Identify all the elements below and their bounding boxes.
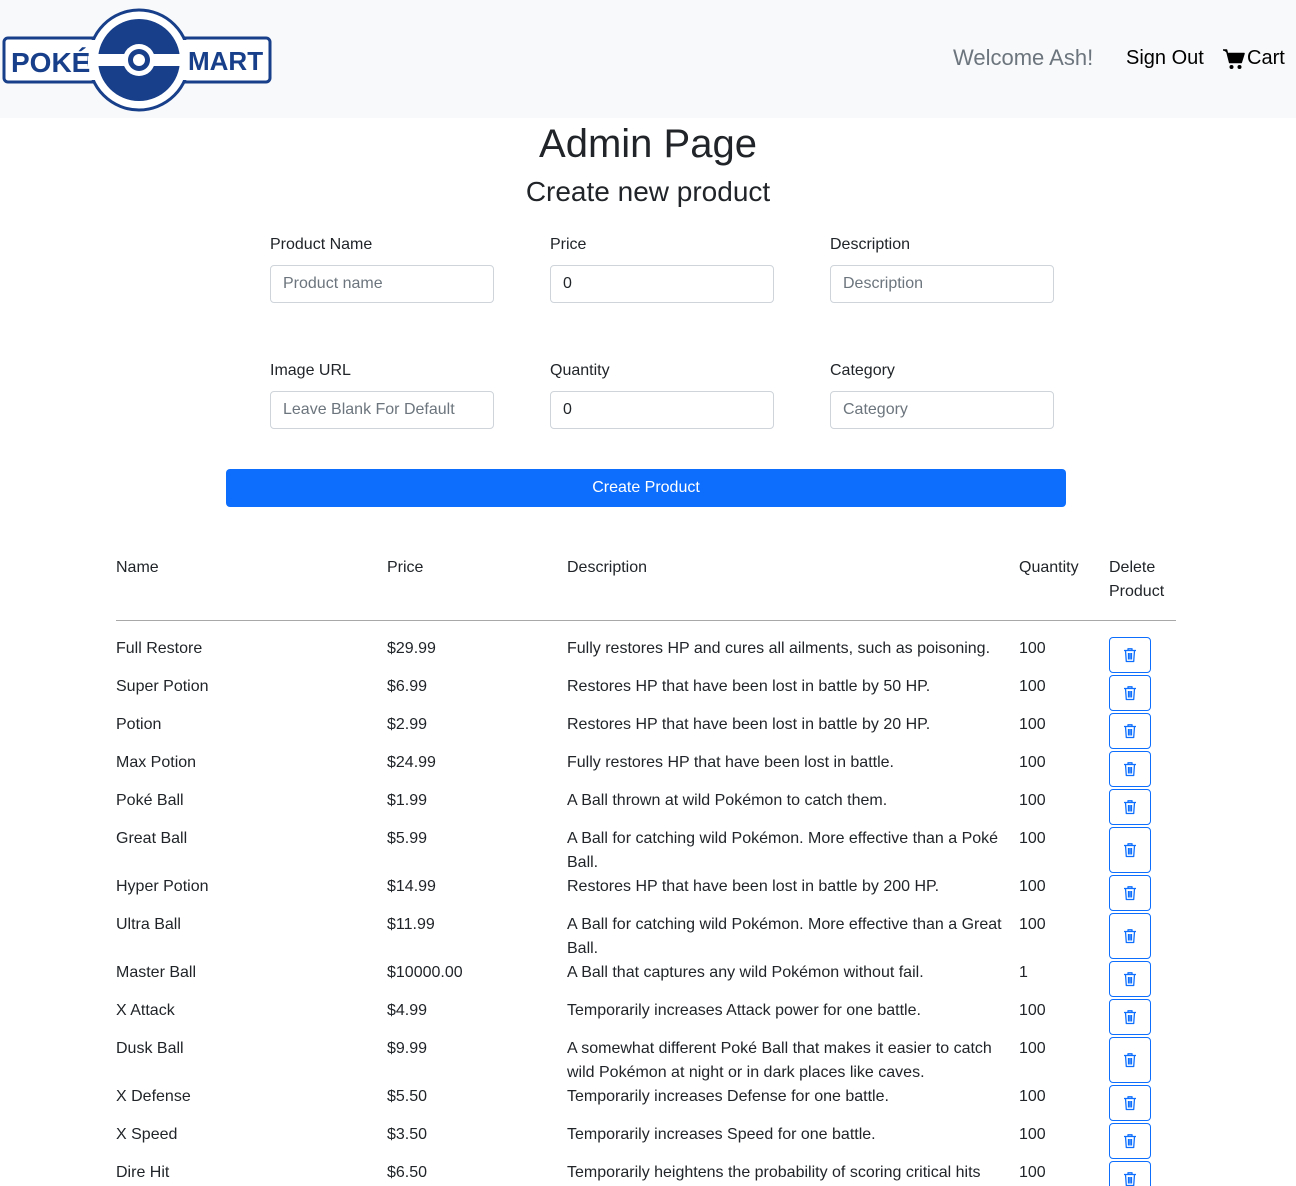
product-description-cell: A Ball that captures any wild Pokémon wi… <box>567 964 924 981</box>
trash-icon <box>1124 843 1136 858</box>
product-name-cell: Poké Ball <box>116 792 184 809</box>
product-price-cell: $24.99 <box>387 754 436 771</box>
product-description-cell: Temporarily increases Defense for one ba… <box>567 1088 889 1105</box>
delete-product-button[interactable] <box>1109 751 1151 787</box>
product-price-cell: $1.99 <box>387 792 428 809</box>
product-quantity-cell: 100 <box>1019 678 1046 695</box>
delete-product-button[interactable] <box>1109 1123 1151 1159</box>
trash-icon <box>1124 972 1136 987</box>
trash-icon <box>1124 1053 1136 1068</box>
product-description-cell: A Ball for catching wild Pokémon. More e… <box>567 916 1002 957</box>
delete-product-button[interactable] <box>1109 713 1151 749</box>
product-description-cell: Fully restores HP and cures all ailments… <box>567 640 991 657</box>
product-name-cell: X Attack <box>116 1002 175 1019</box>
delete-product-button[interactable] <box>1109 913 1151 959</box>
product-name-cell: Dire Hit <box>116 1164 170 1181</box>
product-name-cell: Hyper Potion <box>116 878 209 895</box>
product-price-cell: $6.50 <box>387 1164 428 1181</box>
product-quantity-cell: 100 <box>1019 1002 1046 1019</box>
product-price-cell: $14.99 <box>387 878 436 895</box>
trash-icon <box>1124 1134 1136 1149</box>
product-quantity-cell: 100 <box>1019 716 1046 733</box>
product-description-cell: Fully restores HP that have been lost in… <box>567 754 894 771</box>
trash-icon <box>1124 724 1136 739</box>
product-price-cell: $11.99 <box>387 916 435 933</box>
delete-product-button[interactable] <box>1109 1161 1151 1186</box>
product-name-cell: Full Restore <box>116 640 203 657</box>
product-quantity-cell: 100 <box>1019 792 1046 809</box>
product-table-body: Full Restore $29.99 Fully restores HP and … <box>0 0 1296 1186</box>
product-name-cell: Great Ball <box>116 830 188 847</box>
trash-icon <box>1124 1096 1136 1111</box>
product-price-cell: $2.99 <box>387 716 428 733</box>
product-description-cell: Restores HP that have been lost in battl… <box>567 716 931 733</box>
product-name-cell: X Defense <box>116 1088 191 1105</box>
product-quantity-cell: 100 <box>1019 640 1046 657</box>
delete-product-button[interactable] <box>1109 789 1151 825</box>
delete-product-button[interactable] <box>1109 1037 1151 1083</box>
product-name-cell: Ultra Ball <box>116 916 181 933</box>
product-quantity-cell: 100 <box>1019 878 1046 895</box>
product-price-cell: $10000.00 <box>387 964 463 981</box>
trash-icon <box>1124 762 1136 777</box>
trash-icon <box>1124 648 1136 663</box>
product-description-cell: Temporarily increases Attack power for o… <box>567 1002 921 1019</box>
delete-product-button[interactable] <box>1109 961 1151 997</box>
product-name-cell: X Speed <box>116 1126 178 1143</box>
product-price-cell: $4.99 <box>387 1002 428 1019</box>
product-quantity-cell: 100 <box>1019 1126 1046 1143</box>
product-description-cell: A Ball for catching wild Pokémon. More e… <box>567 830 999 871</box>
delete-product-button[interactable] <box>1109 637 1151 673</box>
product-price-cell: $29.99 <box>387 640 436 657</box>
product-quantity-cell: 100 <box>1019 916 1046 933</box>
product-description-cell: Temporarily increases Speed for one batt… <box>567 1126 876 1143</box>
trash-icon <box>1124 686 1136 701</box>
delete-product-button[interactable] <box>1109 1085 1151 1121</box>
product-price-cell: $6.99 <box>387 678 428 695</box>
product-quantity-cell: 1 <box>1019 964 1028 981</box>
product-quantity-cell: 100 <box>1019 1164 1046 1181</box>
product-name-cell: Master Ball <box>116 964 197 981</box>
trash-icon <box>1124 1010 1136 1025</box>
product-name-cell: Potion <box>116 716 162 733</box>
product-name-cell: Super Potion <box>116 678 209 695</box>
trash-icon <box>1124 1172 1136 1186</box>
product-name-cell: Dusk Ball <box>116 1040 184 1057</box>
product-description-cell: A Ball thrown at wild Pokémon to catch t… <box>567 792 888 809</box>
product-quantity-cell: 100 <box>1019 1088 1046 1105</box>
product-price-cell: $5.99 <box>387 830 428 847</box>
trash-icon <box>1124 929 1136 944</box>
product-price-cell: $3.50 <box>387 1126 428 1143</box>
trash-icon <box>1124 800 1136 815</box>
product-name-cell: Max Potion <box>116 754 197 771</box>
delete-product-button[interactable] <box>1109 675 1151 711</box>
product-description-cell: A somewhat different Poké Ball that make… <box>567 1040 992 1081</box>
product-price-cell: $5.50 <box>387 1088 428 1105</box>
product-description-cell: Restores HP that have been lost in battl… <box>567 678 931 695</box>
delete-product-button[interactable] <box>1109 999 1151 1035</box>
product-price-cell: $9.99 <box>387 1040 428 1057</box>
trash-icon <box>1124 886 1136 901</box>
product-quantity-cell: 100 <box>1019 754 1046 771</box>
product-description-cell: Temporarily heightens the probability of… <box>567 1164 981 1181</box>
product-quantity-cell: 100 <box>1019 830 1046 847</box>
delete-product-button[interactable] <box>1109 875 1151 911</box>
delete-product-button[interactable] <box>1109 827 1151 873</box>
product-quantity-cell: 100 <box>1019 1040 1046 1057</box>
product-description-cell: Restores HP that have been lost in battl… <box>567 878 940 895</box>
